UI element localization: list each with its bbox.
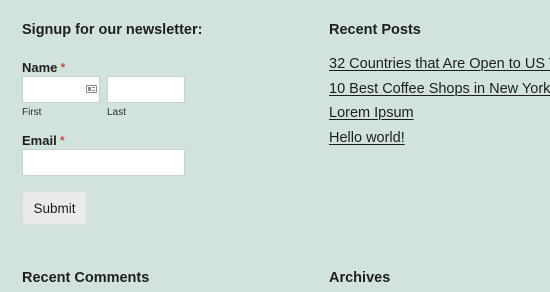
last-sublabel: Last	[107, 107, 126, 118]
list-item: Lorem Ipsum	[329, 104, 550, 129]
required-marker: *	[59, 133, 65, 148]
contact-card-icon	[86, 85, 97, 93]
required-marker: *	[60, 60, 66, 75]
recent-comments-title: Recent Comments	[22, 270, 150, 286]
email-label: Email *	[22, 133, 65, 148]
last-name-input[interactable]	[107, 76, 185, 103]
list-item: Hello world!	[329, 129, 550, 154]
submit-button[interactable]: Submit	[22, 191, 87, 225]
post-link[interactable]: 32 Countries that Are Open to US Travele…	[329, 56, 550, 72]
email-input[interactable]	[22, 149, 185, 176]
list-item: 10 Best Coffee Shops in New York City	[329, 80, 550, 105]
post-link[interactable]: Hello world!	[329, 130, 405, 146]
newsletter-title: Signup for our newsletter:	[22, 22, 203, 38]
archives-title: Archives	[329, 270, 391, 286]
list-item: 32 Countries that Are Open to US Travele…	[329, 55, 550, 80]
post-link[interactable]: 10 Best Coffee Shops in New York City	[329, 81, 550, 97]
name-label: Name *	[22, 60, 65, 75]
name-label-text: Name	[22, 60, 58, 75]
recent-posts-title: Recent Posts	[329, 22, 421, 38]
email-label-text: Email	[22, 133, 57, 148]
post-link[interactable]: Lorem Ipsum	[329, 105, 414, 121]
recent-posts-list: 32 Countries that Are Open to US Travele…	[329, 55, 550, 153]
first-sublabel: First	[22, 107, 42, 118]
